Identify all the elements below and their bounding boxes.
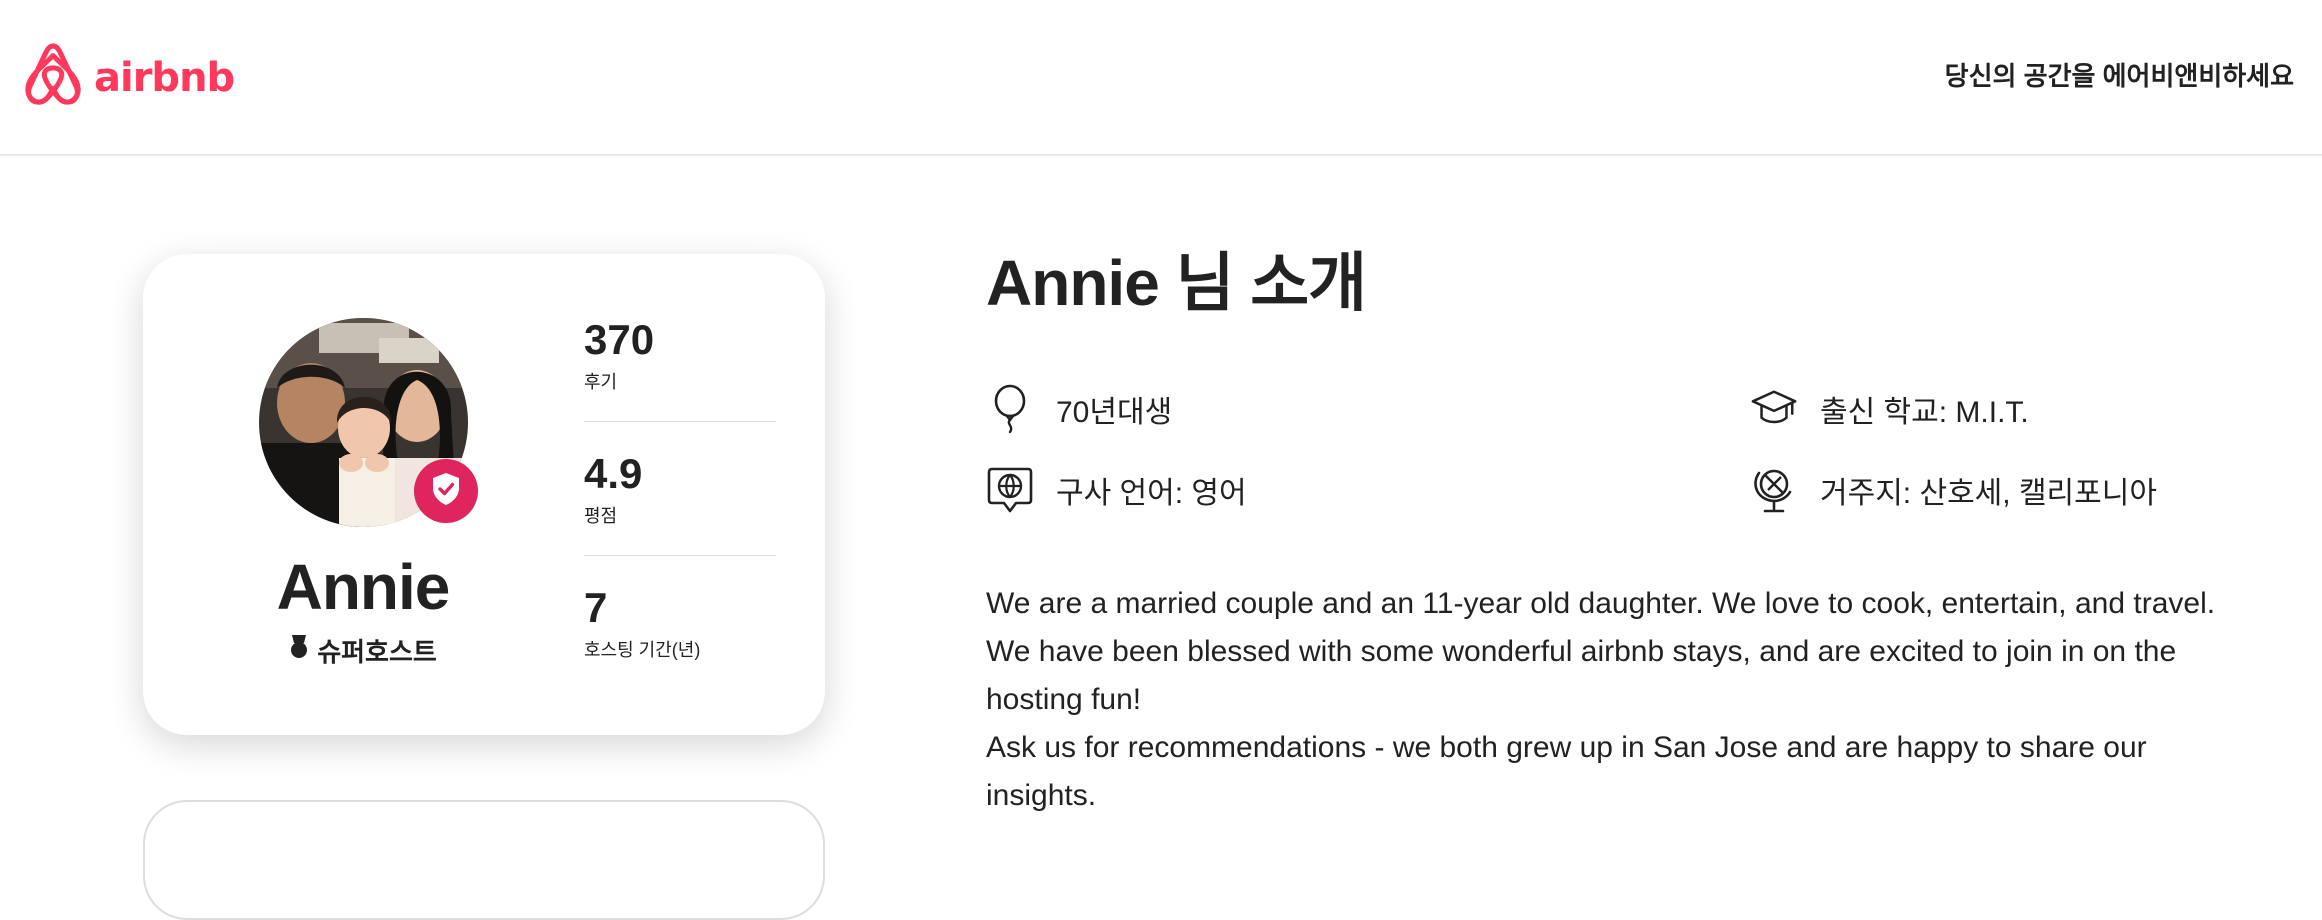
fact-born: 70년대생 [986, 384, 1173, 434]
superhost-text: 슈퍼호스트 [317, 637, 437, 667]
fact-text: 70년대생 [1056, 396, 1173, 429]
globe-speech-icon [986, 466, 1034, 514]
fact-text: 구사 언어: 영어 [1056, 477, 1247, 510]
balloon-icon [986, 384, 1034, 434]
fact-text: 거주지: 산호세, 캘리포니아 [1820, 477, 2157, 510]
airbnb-logo-link[interactable]: airbnb [22, 42, 235, 113]
about-title: Annie 님 소개 [986, 247, 1367, 319]
bio-paragraph: Ask us for recommendations - we both gre… [986, 731, 2147, 812]
stat-divider [584, 421, 776, 422]
bio-paragraph: We are a married couple and an 11-year o… [986, 587, 2216, 716]
stat-rating: 4.9 평점 [584, 450, 776, 584]
globe-stand-icon [1750, 466, 1798, 514]
stat-label: 후기 [584, 372, 618, 392]
stat-value: 4.9 [584, 450, 643, 497]
top-header: airbnb 당신의 공간을 에어비앤비하세요 [0, 0, 2322, 156]
secondary-card [143, 800, 825, 920]
stat-divider [584, 555, 776, 556]
superhost-label-row: 슈퍼호스트 [143, 632, 583, 669]
verified-badge [414, 459, 478, 523]
shield-check-icon [430, 471, 462, 512]
airbnb-belo-icon [22, 42, 84, 113]
avatar-container[interactable] [259, 318, 478, 527]
profile-name: Annie [276, 551, 451, 623]
stat-label: 평점 [584, 506, 618, 526]
stat-value: 370 [584, 316, 655, 363]
medal-icon [289, 634, 309, 667]
host-bio: We are a married couple and an 11-year o… [986, 580, 2236, 820]
fact-language: 구사 언어: 영어 [986, 466, 1247, 514]
profile-card: Annie 슈퍼호스트 370 후기 4.9 평점 7 호스팅 기간(년) [143, 254, 825, 735]
stat-years-hosting: 7 호스팅 기간(년) [584, 584, 776, 718]
graduation-cap-icon [1750, 385, 1798, 433]
logo-wordmark: airbnb [94, 54, 235, 101]
stat-value: 7 [584, 584, 608, 631]
host-stats: 370 후기 4.9 평점 7 호스팅 기간(년) [584, 316, 776, 718]
fact-text: 출신 학교: M.I.T. [1820, 396, 2029, 429]
stat-reviews[interactable]: 370 후기 [584, 316, 776, 450]
fact-school: 출신 학교: M.I.T. [1750, 385, 2029, 433]
fact-location: 거주지: 산호세, 캘리포니아 [1750, 466, 2157, 514]
become-host-link[interactable]: 당신의 공간을 에어비앤비하세요 [1945, 56, 2294, 93]
stat-label: 호스팅 기간(년) [584, 640, 701, 660]
